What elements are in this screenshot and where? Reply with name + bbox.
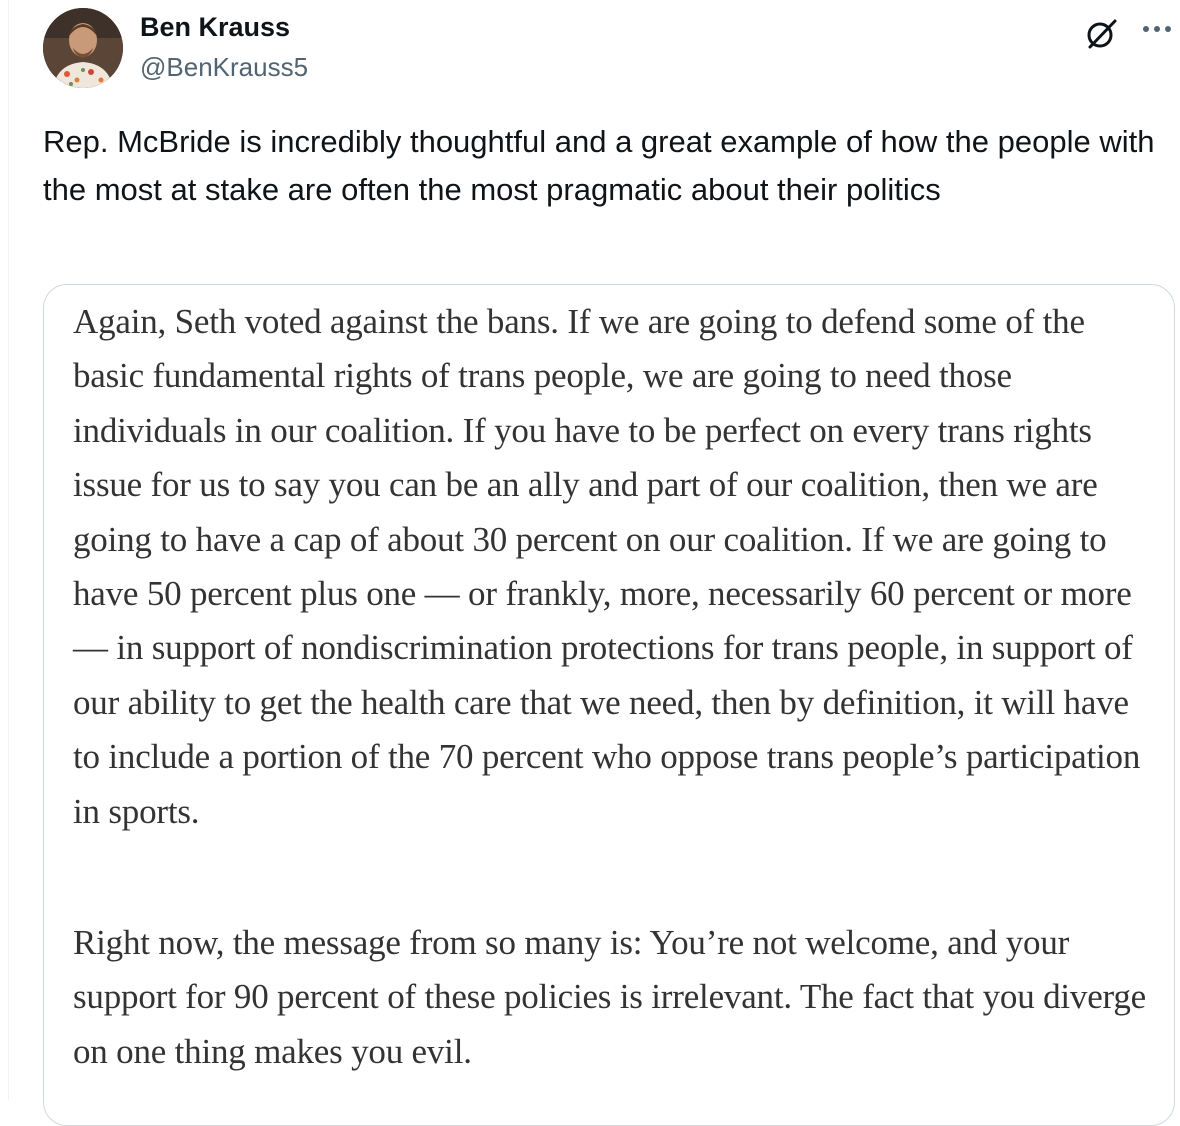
grok-icon-glyph <box>1087 19 1117 49</box>
grok-icon[interactable] <box>1084 16 1120 52</box>
quote-paragraph-1: Again, Seth voted against the bans. If w… <box>73 302 1141 831</box>
tweet: Ben Krauss @BenKrauss5 Rep. McBride is i… <box>0 0 1180 1126</box>
author-handle[interactable]: @BenKrauss5 <box>140 52 308 83</box>
more-dots-glyph <box>1143 26 1171 32</box>
avatar[interactable] <box>43 8 123 88</box>
timeline-divider <box>8 0 9 1100</box>
quote-paragraph-2: Right now, the message from so many is: … <box>73 923 1146 1071</box>
more-options-icon[interactable] <box>1140 14 1174 44</box>
quote-image-card[interactable]: Again, Seth voted against the bans. If w… <box>43 284 1175 1126</box>
profile-photo-icon <box>43 8 123 88</box>
author-name[interactable]: Ben Krauss <box>140 12 290 43</box>
tweet-text: Rep. McBride is incredibly thoughtful an… <box>43 124 1155 207</box>
